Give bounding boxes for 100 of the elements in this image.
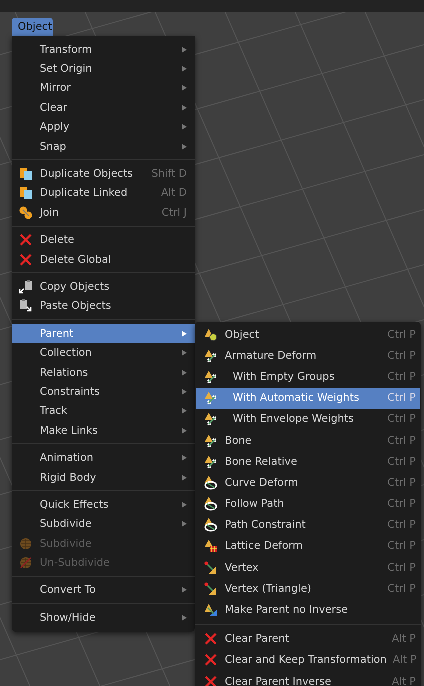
menu-item-label: Clear Parent Inverse <box>225 676 332 686</box>
menu-item-label: Relations <box>40 366 90 379</box>
menu-item[interactable]: Parent <box>12 324 195 344</box>
menu-item[interactable]: With Envelope Weights Ctrl P <box>196 408 420 430</box>
menu-item-label: Convert To <box>40 584 97 596</box>
menu-item[interactable]: Paste Objects <box>12 296 195 316</box>
menu-item-label: Delete Global <box>40 254 112 266</box>
menu-item-label: Rigid Body <box>40 472 98 484</box>
menu-item[interactable]: Delete <box>12 230 195 250</box>
menu-item[interactable]: Clear and Keep Transformation Alt P <box>196 650 420 671</box>
menu-item[interactable]: Constraints <box>12 382 195 402</box>
menu-item[interactable]: Clear <box>12 98 195 118</box>
shortcut-label: Ctrl J <box>162 206 187 219</box>
vertex-icon <box>204 560 218 575</box>
menu-item-label: Curve Deform <box>225 476 300 489</box>
menu-item-label: Bone <box>225 434 253 447</box>
menu-item[interactable]: Vertex (Triangle) Ctrl P <box>196 578 420 600</box>
menu-item[interactable]: Delete Global <box>12 250 195 270</box>
menu-item-label: Duplicate Objects <box>40 168 134 180</box>
menu-item-label: Vertex <box>225 562 260 574</box>
menu-item-label: Track <box>40 405 68 418</box>
curve-icon <box>204 518 218 532</box>
bone-icon <box>204 454 218 469</box>
menu-item[interactable]: Snap <box>12 136 195 156</box>
lattice-icon <box>204 539 218 554</box>
menu-item[interactable]: Path Constraint Ctrl P <box>196 514 420 536</box>
duplicate-icon <box>19 186 33 200</box>
menu-item[interactable]: Copy Objects <box>12 277 195 297</box>
menu-item[interactable]: Object Ctrl P <box>196 324 420 346</box>
vertex-icon <box>204 582 218 596</box>
menu-item[interactable]: Convert To <box>12 580 195 600</box>
menu-item[interactable]: Track <box>12 402 195 422</box>
menu-item-label: Paste Objects <box>40 300 112 312</box>
menu-item[interactable]: Vertex Ctrl P <box>196 557 420 578</box>
mesh-icon <box>19 556 33 570</box>
menu-item-label: Quick Effects <box>40 498 110 511</box>
menu-item[interactable]: Animation <box>12 448 195 468</box>
shortcut-label: Ctrl P <box>388 328 416 341</box>
menu-item-label: Clear <box>40 102 68 114</box>
bone-icon <box>204 391 218 406</box>
menu-item[interactable]: Quick Effects <box>12 495 195 515</box>
menu-item-label: Follow Path <box>225 498 286 510</box>
menu-item[interactable]: Armature Deform Ctrl P <box>196 345 420 366</box>
shortcut-label: Ctrl P <box>388 350 416 362</box>
menu-item-label: Delete <box>40 234 76 246</box>
menu-item-label: Subdivide <box>40 538 93 550</box>
shortcut-label: Ctrl P <box>388 519 416 532</box>
cross-icon <box>19 233 33 248</box>
menu-item[interactable]: Follow Path Ctrl P <box>196 494 420 515</box>
menu-item[interactable]: Apply <box>12 118 195 137</box>
menu-item[interactable]: With Automatic Weights Ctrl P <box>196 388 420 409</box>
menu-item-label: With Automatic Weights <box>232 392 360 404</box>
menu-item-label: Animation <box>40 452 95 464</box>
menu-item-label: Mirror <box>40 82 72 94</box>
shortcut-label: Ctrl P <box>388 476 416 489</box>
curve-icon <box>204 476 218 490</box>
shortcut-label: Ctrl P <box>388 413 416 426</box>
cross-icon <box>19 252 33 267</box>
menu-item[interactable]: Bone Ctrl P <box>196 430 420 452</box>
clipboard-icon <box>19 299 33 314</box>
menu-item[interactable]: Lattice Deform Ctrl P <box>196 536 420 558</box>
menu-item[interactable]: With Empty Groups Ctrl P <box>196 366 420 388</box>
menu-item-label: Copy Objects <box>40 280 111 293</box>
curve-icon <box>204 497 218 512</box>
shortcut-label: Ctrl P <box>388 582 416 595</box>
menu-item[interactable]: Clear Parent Inverse Alt P <box>196 671 420 686</box>
menu-item[interactable]: Transform <box>12 40 195 60</box>
menu-item-label: Set Origin <box>40 63 94 76</box>
menu-item[interactable]: Bone Relative Ctrl P <box>196 451 420 472</box>
menu-item[interactable]: Clear Parent Alt P <box>196 628 420 650</box>
menu-item-label: Snap <box>40 140 68 153</box>
shortcut-label: Alt D <box>161 187 187 200</box>
cross-icon <box>204 674 218 686</box>
shortcut-label: Alt P <box>392 633 416 646</box>
shortcut-label: Shift D <box>152 168 187 180</box>
menu-item[interactable]: Make Links <box>12 421 195 440</box>
menu-item[interactable]: Duplicate Linked Alt D <box>12 184 195 204</box>
menu-item[interactable]: Rigid Body <box>12 468 195 488</box>
shortcut-label: Ctrl P <box>388 562 416 574</box>
shortcut-label: Ctrl P <box>388 540 416 552</box>
menu-item-label: Duplicate Linked <box>40 187 129 200</box>
shortcut-label: Alt P <box>392 654 417 666</box>
menu-item[interactable]: Make Parent no Inverse <box>196 599 420 621</box>
menu-item-label: Make Parent no Inverse <box>225 604 350 616</box>
menu-item[interactable]: Mirror <box>12 78 195 98</box>
menu-item[interactable]: Set Origin <box>12 59 195 79</box>
menu-item[interactable]: Duplicate Objects Shift D <box>12 164 195 184</box>
cross-icon <box>204 653 218 668</box>
menu-bar-item[interactable]: Object <box>12 18 53 36</box>
menu-item[interactable]: Collection <box>12 343 195 363</box>
bone-icon <box>204 370 218 384</box>
menu-item-label: Join <box>40 206 60 219</box>
menu-item-label: Path Constraint <box>225 519 307 532</box>
menu-item[interactable]: Show/Hide <box>12 608 195 628</box>
menu-item[interactable]: Curve Deform Ctrl P <box>196 472 420 494</box>
menu-item[interactable]: Relations <box>12 362 195 382</box>
cross-icon <box>204 632 218 646</box>
menu-item[interactable]: Subdivide <box>12 514 195 534</box>
menu-item[interactable]: Join Ctrl J <box>12 203 195 223</box>
bone-icon <box>204 412 218 426</box>
